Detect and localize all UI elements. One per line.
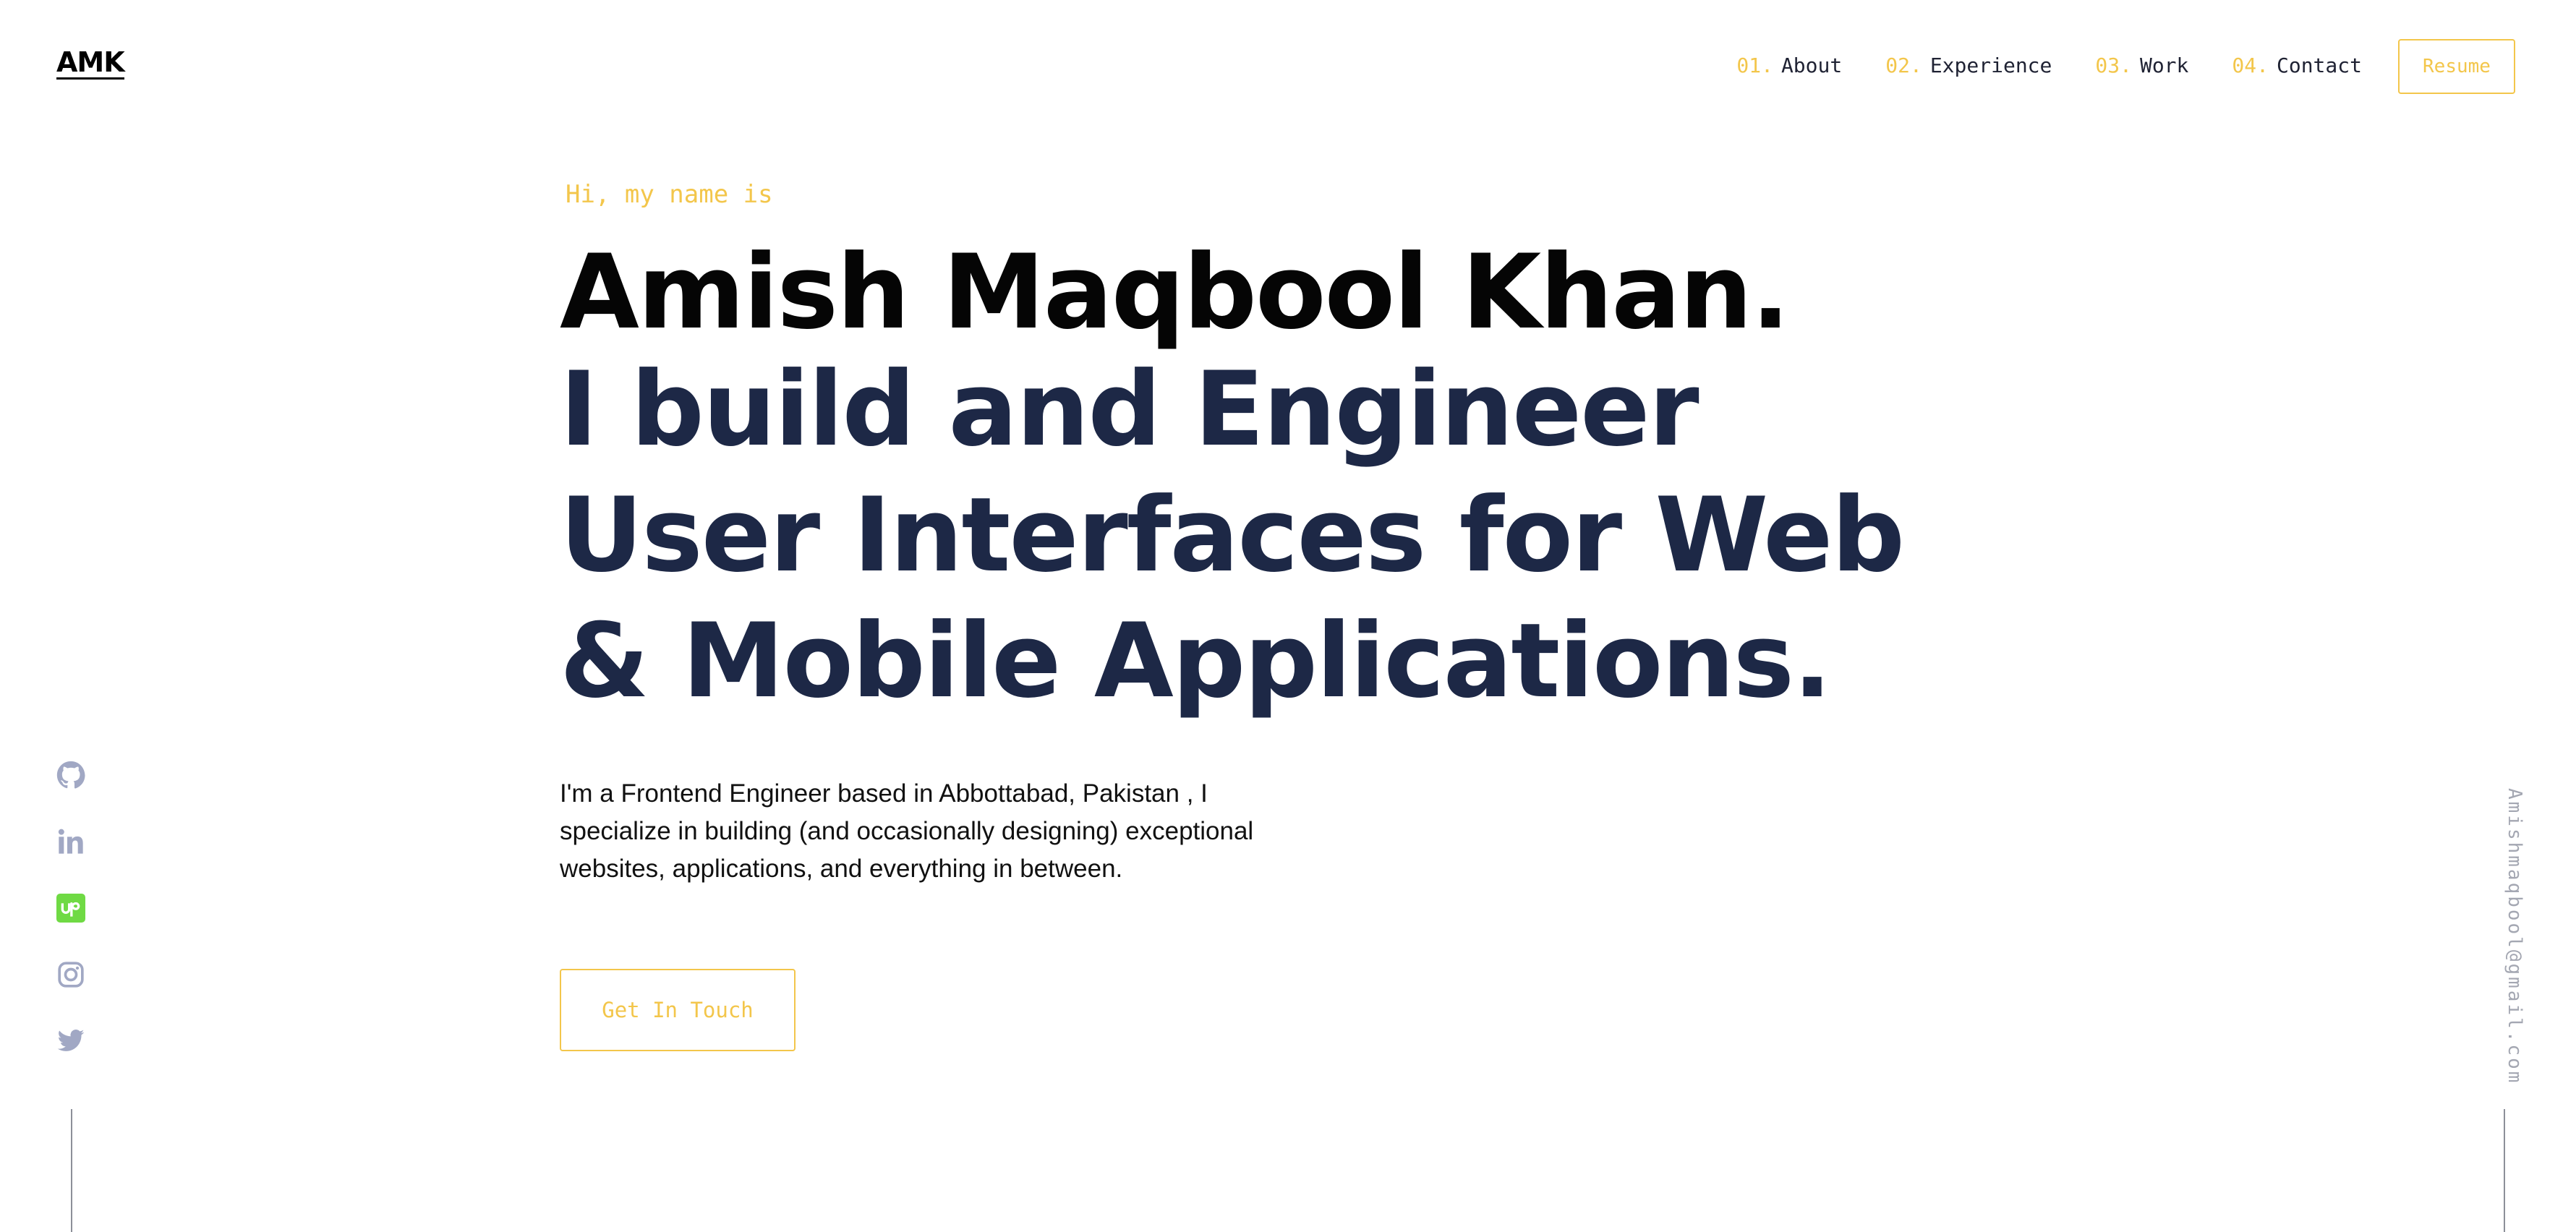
nav-item-work[interactable]: 03. Work bbox=[2095, 54, 2188, 77]
social-divider-line bbox=[71, 1109, 72, 1232]
hero-greeting: Hi, my name is bbox=[566, 180, 773, 209]
hero-description: I'm a Frontend Engineer based in Abbotta… bbox=[560, 779, 1254, 883]
nav-item-number: 02. bbox=[1885, 54, 1922, 77]
linkedin-icon bbox=[58, 829, 83, 854]
email-link[interactable]: Amishmaqbool@gmail.com bbox=[2504, 788, 2525, 1085]
nav-item-number: 01. bbox=[1736, 54, 1773, 77]
nav-item-about[interactable]: 01. About bbox=[1736, 54, 1842, 77]
instagram-link[interactable] bbox=[56, 960, 85, 989]
hero-section: Hi, my name is Amish Maqbool Khan. I bui… bbox=[560, 176, 1934, 724]
twitter-icon bbox=[57, 1030, 85, 1051]
social-links bbox=[56, 761, 85, 1056]
logo[interactable]: AMK bbox=[56, 48, 125, 80]
twitter-link[interactable] bbox=[56, 1027, 85, 1056]
hero-headline: I build and Engineer User Interfaces for… bbox=[560, 350, 1905, 721]
nav-item-contact[interactable]: 04. Contact bbox=[2232, 54, 2362, 77]
github-link[interactable] bbox=[56, 761, 85, 790]
main-nav: 01. About 02. Experience 03. Work 04. Co… bbox=[1736, 54, 2362, 77]
nav-item-label: Work bbox=[2139, 54, 2189, 77]
upwork-link[interactable] bbox=[56, 894, 85, 923]
resume-button[interactable]: Resume bbox=[2398, 39, 2515, 94]
get-in-touch-button[interactable]: Get In Touch bbox=[560, 969, 796, 1051]
nav-item-label: About bbox=[1780, 54, 1843, 77]
hero-name: Amish Maqbool Khan. bbox=[560, 233, 1790, 352]
upwork-icon bbox=[56, 894, 85, 923]
nav-item-label: Experience bbox=[1929, 54, 2052, 77]
instagram-icon bbox=[58, 962, 84, 988]
github-icon bbox=[56, 761, 85, 789]
email-divider-line bbox=[2504, 1109, 2505, 1232]
nav-item-experience[interactable]: 02. Experience bbox=[1885, 54, 2052, 77]
nav-item-label: Contact bbox=[2276, 54, 2362, 77]
linkedin-link[interactable] bbox=[56, 827, 85, 856]
nav-item-number: 04. bbox=[2232, 54, 2269, 77]
nav-item-number: 03. bbox=[2095, 54, 2132, 77]
